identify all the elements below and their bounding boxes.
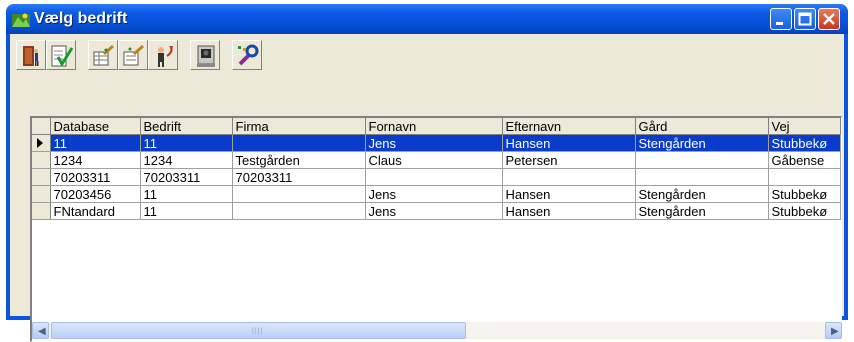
table-cell[interactable]: Hansen [502, 202, 636, 220]
table-cell[interactable]: Stengården [635, 185, 769, 203]
table-cell[interactable]: 11 [140, 185, 233, 203]
table-cell[interactable]: 70203311 [232, 168, 366, 186]
table-cell[interactable]: Stubbekø [768, 134, 841, 152]
column-header-efternavn[interactable]: Efternavn [502, 118, 636, 135]
column-header-fornavn[interactable]: Fornavn [365, 118, 503, 135]
table-cell[interactable] [232, 202, 366, 220]
table-cell[interactable]: Claus [365, 151, 503, 169]
database-button[interactable] [190, 40, 220, 70]
app-icon [12, 13, 30, 27]
arrow-left-icon: ◀ [38, 326, 46, 337]
minimize-button[interactable] [770, 8, 792, 30]
company-table: Database Bedrift Firma Fornavn Efternavn… [32, 118, 841, 220]
table-cell[interactable]: Testgården [232, 151, 366, 169]
row-indicator [32, 151, 51, 169]
row-indicator [32, 185, 51, 203]
column-header-firma[interactable]: Firma [232, 118, 366, 135]
table-cell[interactable]: Stubbekø [768, 202, 841, 220]
scroll-left-button[interactable]: ◀ [32, 322, 49, 339]
row-indicator [32, 168, 51, 186]
scrollbar-thumb[interactable]: |||| [51, 322, 466, 339]
table-cell[interactable]: Stubbekø [768, 185, 841, 203]
company-grid[interactable]: Database Bedrift Firma Fornavn Efternavn… [30, 116, 842, 342]
table-cell[interactable] [232, 134, 366, 152]
row-indicator-header [32, 118, 51, 135]
table-cell[interactable]: 11 [140, 202, 233, 220]
minimize-icon [776, 22, 783, 25]
table-cell[interactable]: Hansen [502, 185, 636, 203]
maximize-button[interactable] [794, 8, 816, 30]
table-cell[interactable]: Stengården [635, 134, 769, 152]
table-cell[interactable] [635, 168, 769, 186]
checklist-icon [51, 45, 74, 67]
table-cell[interactable] [232, 185, 366, 203]
row-indicator [32, 202, 51, 220]
window-title: Vælg bedrift [34, 10, 128, 27]
edit-list-icon [123, 44, 144, 66]
table-cell[interactable]: 70203456 [50, 185, 141, 203]
table-row[interactable]: FNtandard 11 Jens Hansen Stengården Stub… [32, 202, 841, 220]
person-undo-icon [158, 46, 173, 67]
table-cell[interactable]: 11 [140, 134, 233, 152]
table-cell[interactable]: 11 [50, 134, 141, 152]
arrow-right-icon: ▶ [831, 326, 839, 337]
table-cell[interactable]: Jens [365, 134, 503, 152]
table-header-row: Database Bedrift Firma Fornavn Efternavn… [32, 118, 841, 135]
edit-record-button[interactable] [88, 40, 118, 70]
wrench-icon [238, 44, 259, 66]
table-row[interactable]: 1234 1234 Testgården Claus Petersen Gåbe… [32, 151, 841, 169]
accept-button[interactable] [46, 40, 76, 70]
close-icon [823, 13, 835, 25]
table-cell[interactable] [365, 168, 503, 186]
table-cell[interactable]: FNtandard [50, 202, 141, 220]
maximize-icon [798, 12, 812, 26]
table-row[interactable]: 70203311 70203311 70203311 [32, 168, 841, 186]
edit-list-button[interactable] [118, 40, 148, 70]
table-row[interactable]: 70203456 11 Jens Hansen Stengården Stubb… [32, 185, 841, 203]
table-cell[interactable]: Jens [365, 185, 503, 203]
rollback-button[interactable] [148, 40, 178, 70]
table-cell[interactable]: Petersen [502, 151, 636, 169]
current-row-arrow-icon [37, 138, 43, 148]
table-cell[interactable]: Gåbense [768, 151, 841, 169]
table-cell[interactable] [768, 168, 841, 186]
window-client-area: Database Bedrift Firma Fornavn Efternavn… [10, 34, 844, 342]
exit-door-icon [23, 46, 39, 66]
table-cell[interactable] [635, 151, 769, 169]
column-header-bedrift[interactable]: Bedrift [140, 118, 233, 135]
title-bar[interactable]: Vælg bedrift [6, 4, 848, 34]
column-header-database[interactable]: Database [50, 118, 141, 135]
grip-icon: |||| [252, 328, 264, 335]
scroll-right-button[interactable]: ▶ [825, 322, 842, 339]
table-cell[interactable] [502, 168, 636, 186]
table-cell[interactable]: 1234 [140, 151, 233, 169]
table-cell[interactable]: 70203311 [140, 168, 233, 186]
computer-icon [197, 45, 215, 67]
table-cell[interactable]: Stengården [635, 202, 769, 220]
table-cell[interactable]: 1234 [50, 151, 141, 169]
settings-button[interactable] [232, 40, 262, 70]
edit-table-icon [93, 44, 114, 66]
column-header-vej[interactable]: Vej [768, 118, 841, 135]
exit-button[interactable] [16, 40, 46, 70]
table-cell[interactable]: Hansen [502, 134, 636, 152]
horizontal-scrollbar[interactable]: ◀ |||| ▶ [32, 322, 842, 339]
column-header-gaard[interactable]: Gård [635, 118, 769, 135]
table-row[interactable]: 11 11 Jens Hansen Stengården Stubbekø [32, 134, 841, 152]
table-cell[interactable]: 70203311 [50, 168, 141, 186]
table-cell[interactable]: Jens [365, 202, 503, 220]
row-indicator [32, 134, 51, 152]
app-window: Vælg bedrift Database Bedrift Firma Forn… [6, 4, 848, 342]
close-button[interactable] [818, 8, 840, 30]
